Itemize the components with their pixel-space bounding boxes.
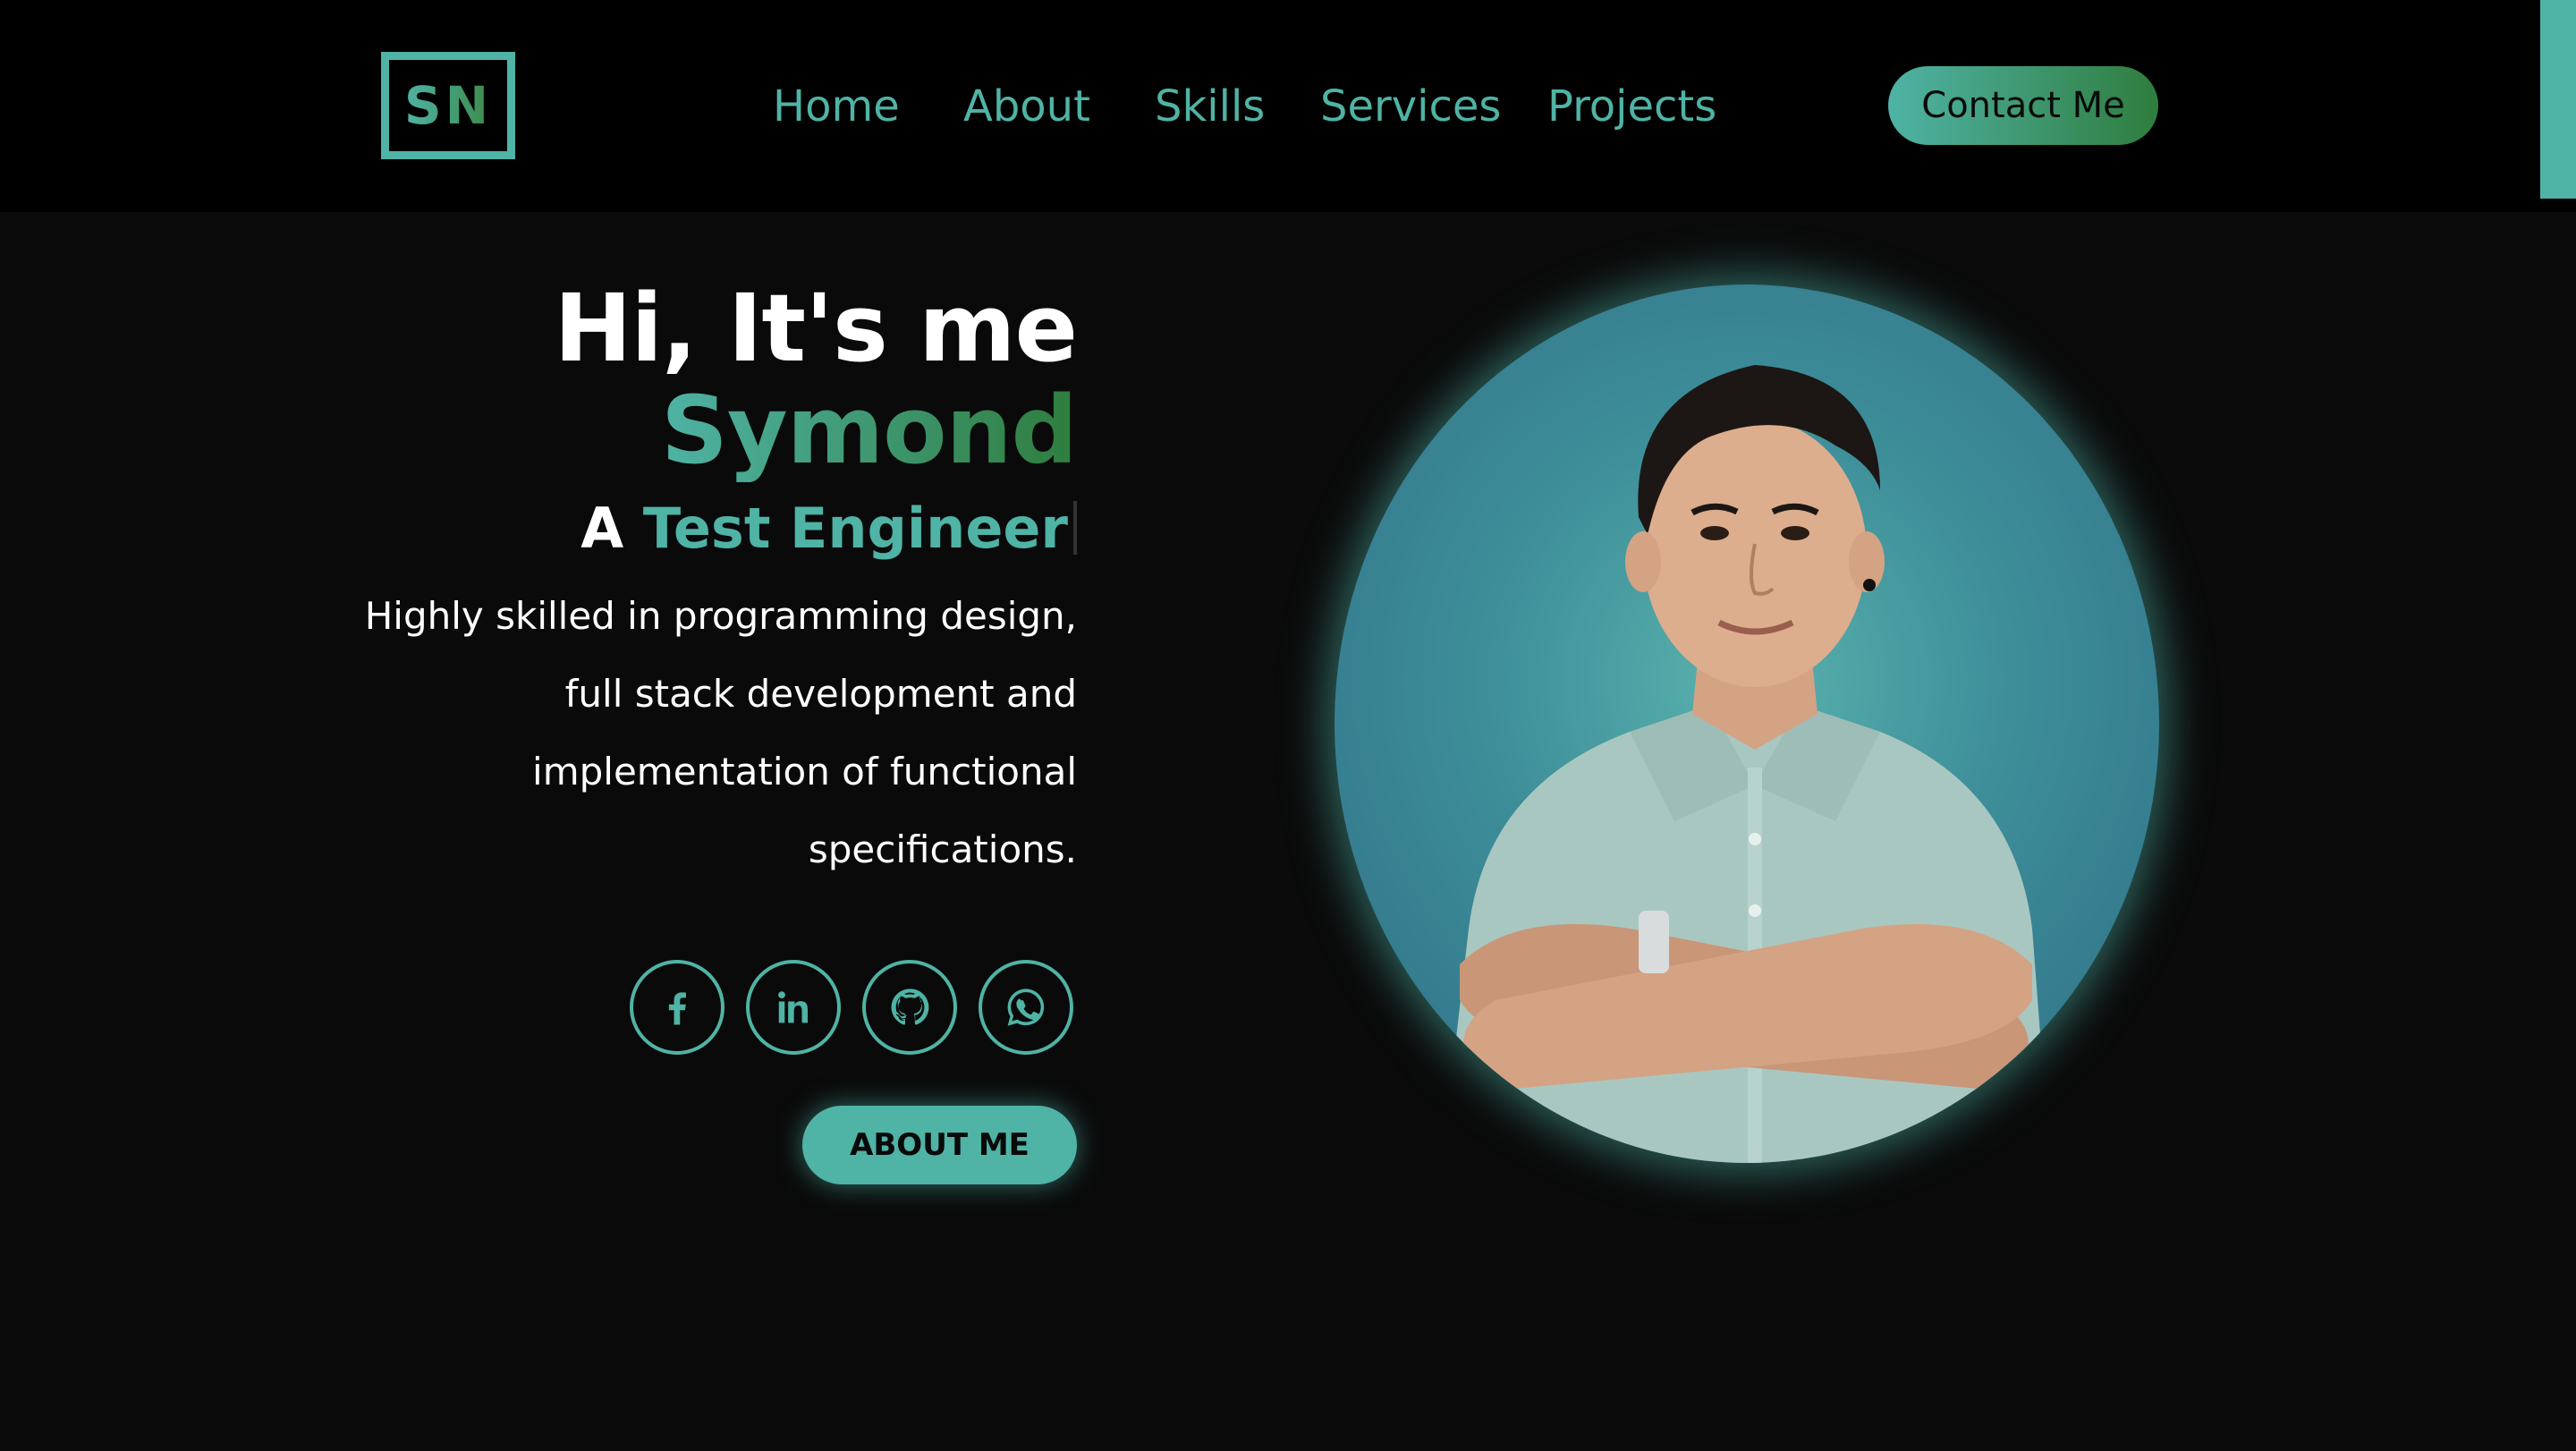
social-links <box>630 960 1073 1055</box>
github-link[interactable] <box>862 960 957 1055</box>
description-line: Highly skilled in programming design, <box>364 593 1077 638</box>
hero-role: A Test Engineer <box>322 495 1077 561</box>
nav-home[interactable]: Home <box>773 75 900 138</box>
typing-cursor <box>1073 500 1077 555</box>
github-icon <box>891 989 929 1025</box>
role-prefix: A <box>580 495 624 561</box>
nav-services[interactable]: Services <box>1320 75 1501 138</box>
contact-me-button[interactable]: Contact Me <box>1888 66 2158 145</box>
hero-name: Symond <box>661 376 1078 486</box>
role-title: Test Engineer <box>642 495 1068 561</box>
header: SN Home About Skills Services Projects C… <box>0 0 2576 212</box>
hero-description: Highly skilled in programming design, fu… <box>322 577 1077 888</box>
nav-about[interactable]: About <box>963 75 1090 138</box>
whatsapp-link[interactable] <box>979 960 1073 1055</box>
about-me-button[interactable]: ABOUT ME <box>802 1106 1077 1184</box>
nav-skills[interactable]: Skills <box>1155 75 1265 138</box>
whatsapp-icon <box>1007 989 1045 1026</box>
description-line: specifications. <box>808 827 1077 871</box>
profile-illustration <box>1442 365 2050 1163</box>
facebook-icon <box>668 992 686 1025</box>
main-nav: Home About Skills Services Projects <box>0 75 2576 138</box>
scrollbar-thumb[interactable] <box>2540 0 2576 199</box>
page: SN Home About Skills Services Projects C… <box>0 0 2576 1451</box>
nav-projects[interactable]: Projects <box>1547 75 1716 138</box>
hero-greeting: Hi, It's me <box>554 274 1078 383</box>
linkedin-link[interactable] <box>746 960 841 1055</box>
facebook-link[interactable] <box>630 960 724 1055</box>
linkedin-icon <box>778 991 809 1023</box>
description-line: full stack development and <box>564 671 1077 716</box>
profile-photo <box>1335 284 2159 1163</box>
description-line: implementation of functional <box>532 749 1077 793</box>
hero-text: Hi, It's me Symond A Test Engineer Highl… <box>322 274 1078 888</box>
